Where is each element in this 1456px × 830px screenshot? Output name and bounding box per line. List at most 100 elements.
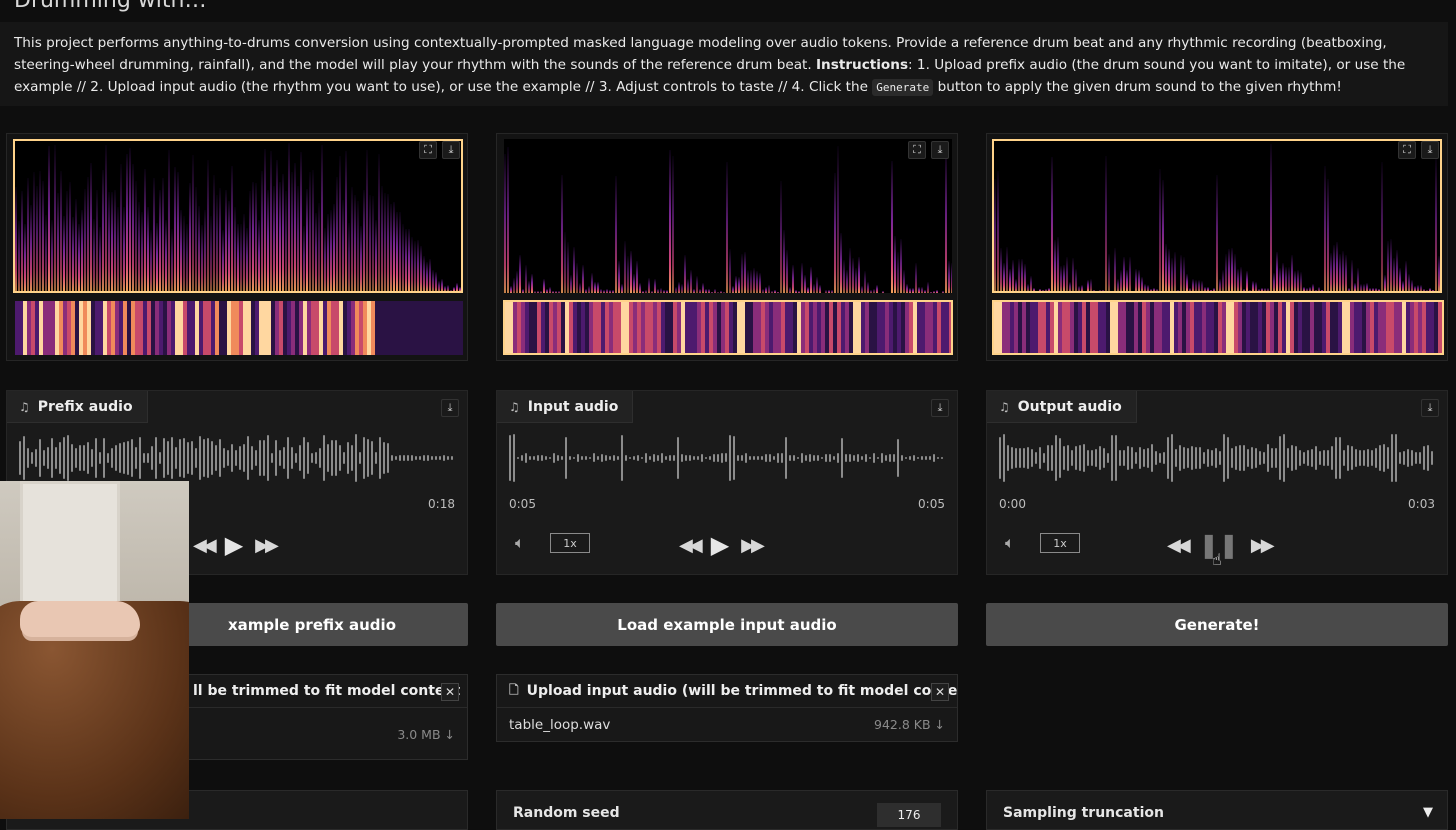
spectrogram-column [192,155,194,291]
rewind-icon[interactable]: ◀◀ [193,535,213,556]
spectrogram-column [1234,254,1236,291]
download-icon[interactable]: ⤓ [931,399,949,417]
spectrogram-column [1261,288,1263,291]
waveform-bar [439,456,441,461]
waveform-bar [705,457,707,460]
spectrogram-column [543,279,545,293]
spectrogram-column [684,255,686,293]
spectrogram-column [48,146,50,291]
download-icon[interactable]: ⤓ [1421,141,1439,159]
waveform-bar [1323,450,1325,466]
spectrogram-column [843,260,845,293]
download-icon[interactable]: ⤓ [441,399,459,417]
waveform-bar [375,452,377,463]
spectrogram-column [1417,285,1419,291]
waveform-bar [1275,448,1277,468]
spectrogram-column [1000,248,1002,291]
waveform-bar [1023,448,1025,468]
spectrogram-column [900,239,902,293]
output-spectrogram[interactable] [992,139,1442,293]
prefix-waveform[interactable] [19,433,453,483]
waveform-bar [1307,450,1309,466]
spectrogram-column [807,287,809,293]
spectrogram-column [153,178,155,291]
spectrogram-column [1159,169,1161,291]
spectrogram-column [1327,179,1329,291]
prefix-spectrogram[interactable] [13,139,463,293]
spectrogram-column [123,207,125,291]
volume-icon[interactable]: 🔈︎ [515,533,525,553]
spectrogram-column [1363,284,1365,291]
waveform-bar [845,454,847,461]
playback-rate-button[interactable]: 1x [550,533,590,553]
waveform-bar [1347,445,1349,471]
fast-forward-icon[interactable]: ▶▶ [741,535,761,556]
waveform-bar [1103,448,1105,467]
spectrogram-column [120,164,122,291]
spectrogram-column [393,202,395,291]
output-waveform[interactable] [999,433,1433,483]
download-icon[interactable]: ⤓ [442,141,460,159]
fullscreen-icon[interactable]: ⛶ [1398,141,1416,159]
input-upload[interactable]: 🗋︎Upload input audio (will be trimmed to… [496,674,958,742]
spectrogram-column [828,290,830,293]
playback-rate-button[interactable]: 1x [1040,533,1080,553]
fast-forward-icon[interactable]: ▶▶ [1251,535,1271,556]
sampling-truncation-control[interactable]: Sampling truncation ▼ [986,790,1448,830]
rewind-icon[interactable]: ◀◀ [1167,535,1187,556]
waveform-bar [1083,444,1085,471]
fullscreen-icon[interactable]: ⛶ [419,141,437,159]
spectrogram-column [1381,162,1383,291]
output-token-strip[interactable] [992,300,1444,355]
waveform-bar [1423,446,1425,470]
rewind-icon[interactable]: ◀◀ [679,535,699,556]
download-icon[interactable]: ⤓ [1421,399,1439,417]
fullscreen-icon[interactable]: ⛶ [908,141,926,159]
spectrogram-column [1351,260,1353,291]
spectrogram-column [183,216,185,291]
volume-icon[interactable]: 🔈︎ [1005,533,1015,553]
spectrogram-column [297,186,299,291]
dropdown-arrow-icon[interactable]: ▼ [1423,805,1433,820]
spectrogram-column [777,292,779,293]
play-icon[interactable]: ▶ [225,531,243,559]
load-example-input-button[interactable]: Load example input audio [496,603,958,646]
spectrogram-column [507,147,509,293]
spectrogram-column [1174,252,1176,291]
spectrogram-column [1228,249,1230,292]
waveform-bar [159,452,161,463]
waveform-bar [717,454,719,462]
waveform-bar [1295,446,1297,469]
input-waveform[interactable] [509,433,943,483]
spectrogram-column [936,290,938,293]
spectrogram-column [1219,279,1221,291]
waveform-bar [785,437,787,478]
output-audio-player: ♫Output audio ⤓ 0:00 0:03 🔈︎ 1x ◀◀ ❚❚ ▶▶ [986,390,1448,575]
spectrogram-column [528,281,530,293]
play-icon[interactable]: ▶ [711,531,729,559]
waveform-bar [251,446,253,470]
prefix-token-strip[interactable] [15,301,463,355]
spectrogram-column [849,248,851,293]
fast-forward-icon[interactable]: ▶▶ [255,535,275,556]
time-end: 0:03 [1408,497,1435,511]
waveform-bar [529,456,531,459]
waveform-bar [849,454,851,461]
spectrogram-column [1438,256,1440,291]
spectrogram-column [747,270,749,293]
spectrogram-column [1024,264,1026,291]
close-icon[interactable]: ✕ [931,683,949,701]
generate-button[interactable]: Generate! [986,603,1448,646]
waveform-bar [1187,448,1189,468]
time-end: 0:18 [428,497,455,511]
spectrogram-column [603,290,605,293]
input-token-strip[interactable] [503,300,953,355]
spectrogram-column [615,176,617,293]
waveform-bar [95,438,97,478]
random-seed-input[interactable]: 176 [877,803,941,827]
input-spectrogram[interactable] [504,139,952,293]
waveform-bar [1207,449,1209,466]
spectrogram-column [57,193,59,291]
download-icon[interactable]: ⤓ [931,141,949,159]
close-icon[interactable]: ✕ [441,683,459,701]
